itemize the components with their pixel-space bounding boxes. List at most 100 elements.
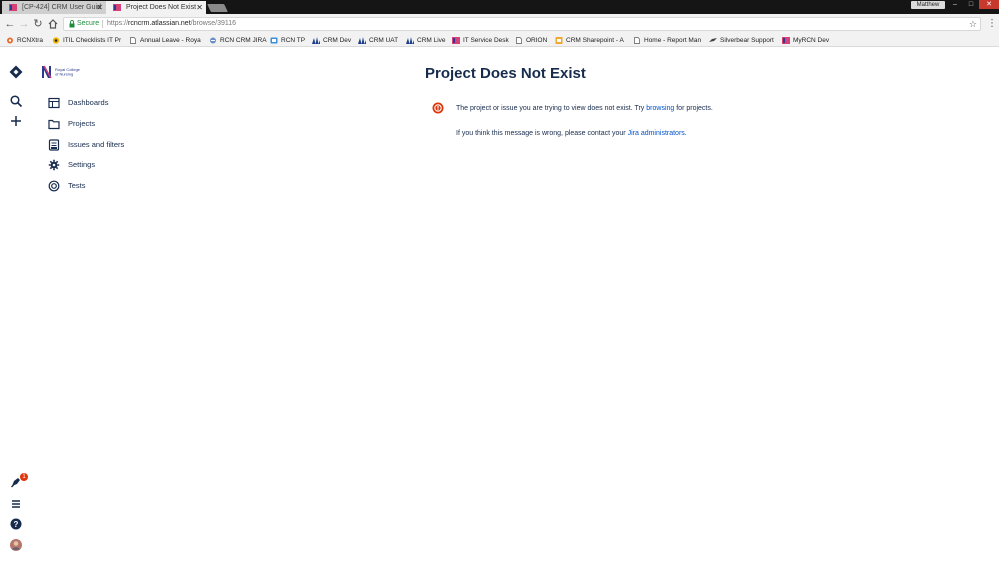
nav-item-label: Dashboards xyxy=(68,98,109,107)
bookmark-rcn-tp[interactable]: RCN TP xyxy=(270,35,305,46)
bookmark-label: ITIL Checklists IT Pr xyxy=(63,37,122,44)
lock-icon xyxy=(69,20,75,28)
address-bar[interactable]: Secure https://rcncrm.atlassian.net/brow… xyxy=(63,17,981,31)
browser-tab-crm-user-guide[interactable]: [CP-424] CRM User Guid ✕ xyxy=(2,1,106,14)
rcn-flower-icon xyxy=(7,37,13,44)
rcn-n-icon xyxy=(452,37,460,44)
bookmark-label: CRM Live xyxy=(417,37,446,44)
nav-item-dashboards[interactable]: Dashboards xyxy=(48,96,168,110)
bookmark-it-service-desk[interactable]: IT Service Desk xyxy=(452,35,509,46)
bookmark-crm-uat[interactable]: CRM UAT xyxy=(358,35,398,46)
jira-administrators-link[interactable]: Jira administrators xyxy=(628,130,685,137)
close-window-icon[interactable]: ✕ xyxy=(979,0,999,9)
home-icon[interactable] xyxy=(46,17,60,31)
nav-item-label: Tests xyxy=(68,181,86,190)
bookmark-crm-live[interactable]: CRM Live xyxy=(406,35,446,46)
browser-titlebar: [CP-424] CRM User Guid ✕ Project Does No… xyxy=(0,0,999,14)
dynamics-icon xyxy=(358,37,366,44)
issues-icon xyxy=(48,139,60,151)
search-icon[interactable] xyxy=(9,94,23,108)
bookmark-annual-leave[interactable]: Annual Leave - Roya xyxy=(129,35,201,46)
menu-icon[interactable] xyxy=(9,497,23,511)
itil-icon xyxy=(52,37,60,44)
nav-item-projects[interactable]: Projects xyxy=(48,117,168,131)
error-message-text-end: for projects. xyxy=(674,105,713,112)
url-text: https://rcncrm.atlassian.net/browse/3911… xyxy=(107,18,236,30)
maximize-icon[interactable]: □ xyxy=(963,0,979,9)
rcn-n-icon xyxy=(782,37,790,44)
page-icon xyxy=(516,37,522,44)
error-icon xyxy=(432,102,444,114)
address-separator xyxy=(102,20,103,28)
secure-label: Secure xyxy=(77,20,100,27)
notification-badge: 1 xyxy=(20,473,28,481)
bookmark-label: ORION xyxy=(526,37,548,44)
url-path: /browse/39116 xyxy=(190,20,237,27)
url-host: rcncrm.atlassian.net xyxy=(128,20,191,27)
bookmark-label: RCNXtra xyxy=(17,37,44,44)
bookmarks-bar: RCNXtra ITIL Checklists IT Pr Annual Lea… xyxy=(0,34,999,47)
nav-item-label: Issues and filters xyxy=(68,140,125,149)
bookmark-label: Home - Report Man xyxy=(644,37,702,44)
bookmark-rcn-crm-jira[interactable]: RCN CRM JIRA xyxy=(209,35,267,46)
contact-admin-message: If you think this message is wrong, plea… xyxy=(456,129,716,140)
gear-icon xyxy=(48,159,60,171)
browsing-link[interactable]: browsing xyxy=(646,105,674,112)
tab-title: Project Does Not Exist - xyxy=(126,4,201,11)
browser-menu-icon[interactable]: ⋮ xyxy=(987,17,997,31)
nav-item-label: Projects xyxy=(68,119,96,128)
project-sidebar: Royal College of Nursing Dashboards Proj… xyxy=(32,48,172,562)
help-icon[interactable]: ? xyxy=(9,517,23,531)
reload-icon[interactable]: ↻ xyxy=(31,17,45,31)
logo-line-2: of Nursing xyxy=(55,72,73,77)
contact-message-end: . xyxy=(684,130,687,137)
bookmark-label: RCN CRM JIRA xyxy=(220,37,267,44)
url-scheme: https:// xyxy=(107,20,129,27)
contact-message-text: If you think this message is wrong, plea… xyxy=(456,130,628,137)
bookmark-label: CRM Sharepoint - A xyxy=(566,37,624,44)
close-tab-icon[interactable]: ✕ xyxy=(96,1,103,14)
dashboard-icon xyxy=(48,97,60,109)
bookmark-crm-sharepoint[interactable]: CRM Sharepoint - A xyxy=(555,35,624,46)
bookmark-itil[interactable]: ITIL Checklists IT Pr xyxy=(52,35,121,46)
bookmark-orion[interactable]: ORION xyxy=(515,35,547,46)
rcn-n-icon xyxy=(113,4,121,11)
bookmark-label: RCN TP xyxy=(281,37,306,44)
bookmark-label: MyRCN Dev xyxy=(793,37,830,44)
sharepoint-icon xyxy=(555,37,563,44)
avatar[interactable] xyxy=(9,538,23,552)
dynamics-icon xyxy=(312,37,320,44)
jira-logo-icon[interactable] xyxy=(9,65,23,79)
error-message-text: The project or issue you are trying to v… xyxy=(456,105,647,112)
tab-title: [CP-424] CRM User Guid xyxy=(22,4,101,11)
bookmark-rcnxtra[interactable]: RCNXtra xyxy=(6,35,43,46)
close-tab-icon[interactable]: ✕ xyxy=(196,1,203,14)
tests-icon xyxy=(48,180,60,192)
nav-item-issues-and-filters[interactable]: Issues and filters xyxy=(48,138,168,152)
folder-icon xyxy=(48,119,60,130)
new-tab-button[interactable] xyxy=(207,4,228,12)
nav-item-settings[interactable]: Settings xyxy=(48,158,168,172)
back-icon[interactable]: ← xyxy=(3,17,17,31)
bookmark-myrcn-dev[interactable]: MyRCN Dev xyxy=(782,35,829,46)
browser-tab-project-does-not-exist[interactable]: Project Does Not Exist - ✕ xyxy=(106,1,206,14)
minimize-icon[interactable]: – xyxy=(947,0,963,9)
silverbear-icon xyxy=(709,38,717,42)
bookmark-label: CRM Dev xyxy=(323,37,352,44)
bookmark-label: IT Service Desk xyxy=(463,37,509,44)
bookmark-home-report-man[interactable]: Home - Report Man xyxy=(633,35,701,46)
ie-icon xyxy=(210,37,216,44)
rcn-n-icon xyxy=(9,4,17,11)
bookmark-star-icon[interactable]: ☆ xyxy=(969,18,977,30)
rcn-logo[interactable]: Royal College of Nursing xyxy=(41,64,83,80)
dynamics-icon xyxy=(406,37,414,44)
nav-item-tests[interactable]: Tests xyxy=(48,179,168,193)
create-plus-icon[interactable] xyxy=(9,114,23,128)
forward-icon[interactable]: → xyxy=(17,17,31,31)
bookmark-label: Silverbear Support xyxy=(720,37,774,44)
bookmark-silverbear[interactable]: Silverbear Support xyxy=(709,35,774,46)
nav-item-label: Settings xyxy=(68,160,96,169)
browser-profile-button[interactable]: Matthew xyxy=(911,1,945,9)
bookmark-crm-dev[interactable]: CRM Dev xyxy=(312,35,351,46)
bookmark-label: CRM UAT xyxy=(369,37,399,44)
